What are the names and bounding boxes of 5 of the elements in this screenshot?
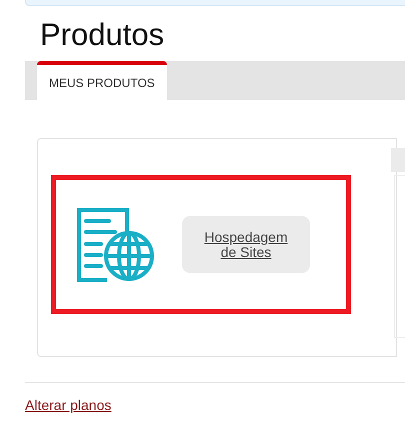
product-button[interactable]: Hospedagem de Sites — [182, 216, 310, 273]
change-plans-link[interactable]: Alterar planos — [25, 395, 112, 416]
tab[interactable]: MEUS PRODUTOS — [37, 61, 167, 100]
document-globe-icon — [77, 208, 155, 282]
page-title: Produtos — [40, 16, 166, 54]
